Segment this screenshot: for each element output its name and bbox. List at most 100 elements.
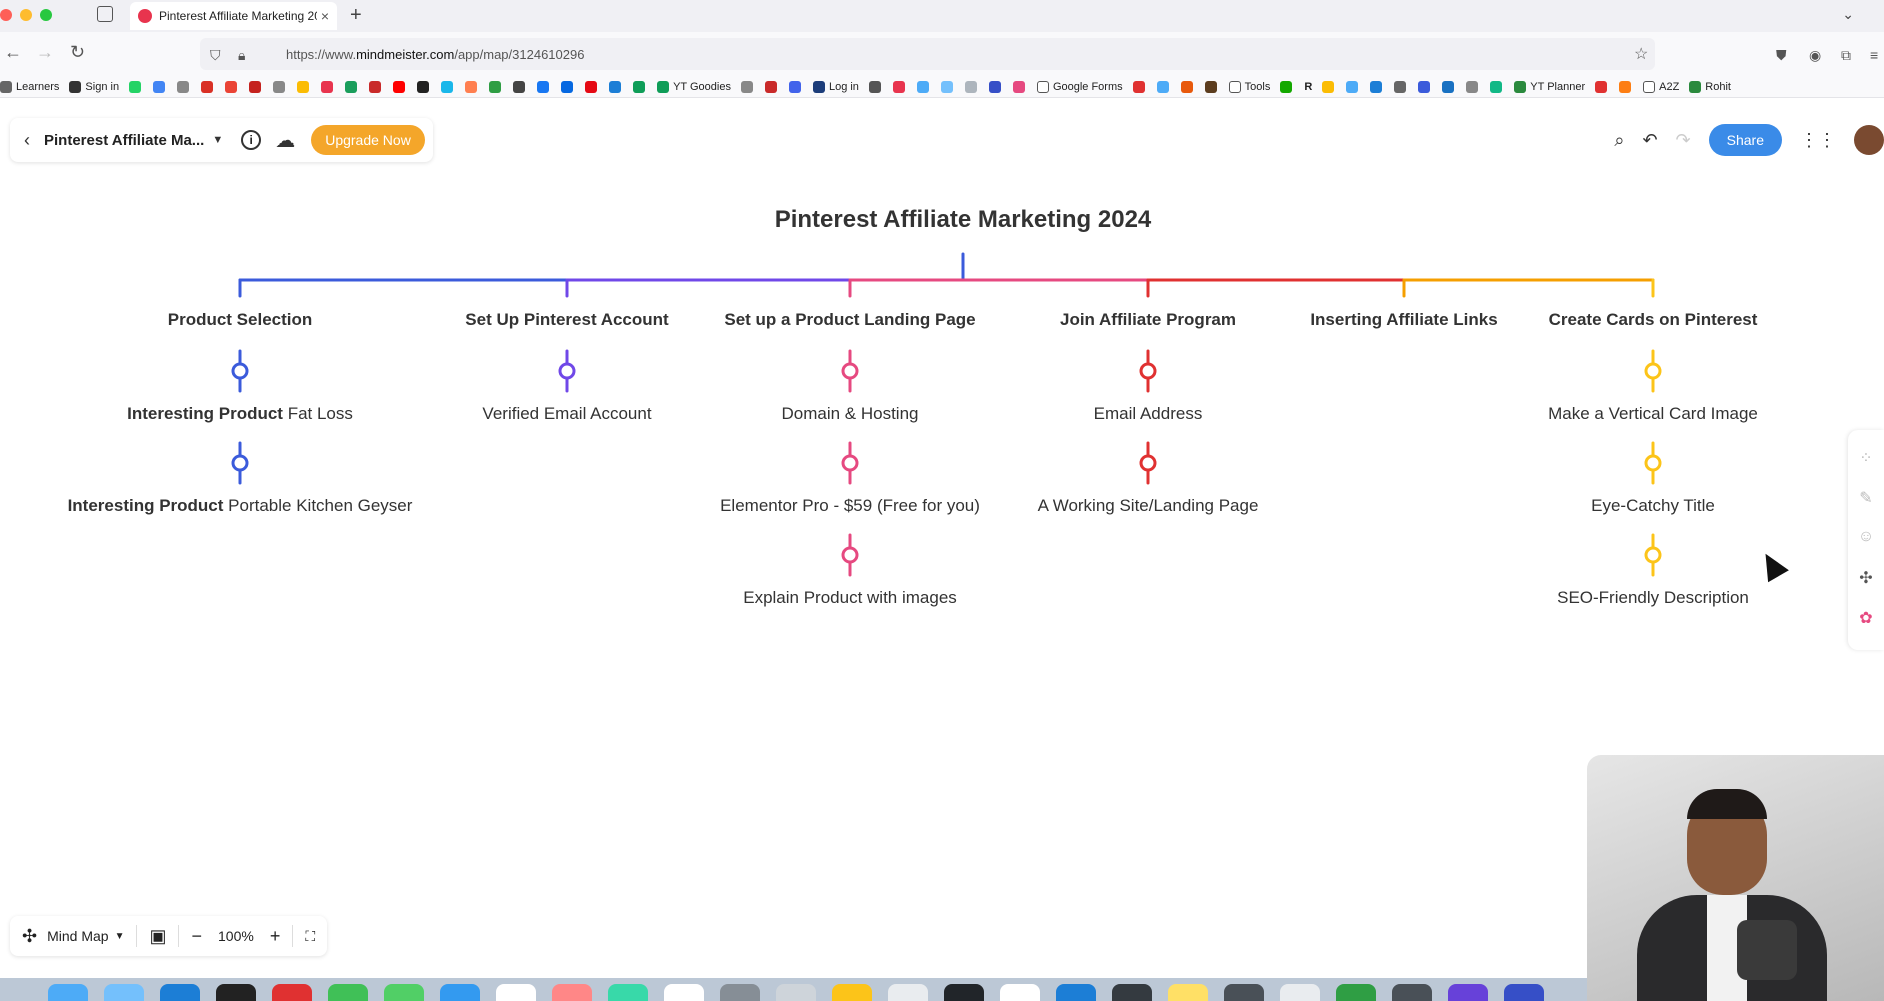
- app-icon[interactable]: [1056, 984, 1096, 1001]
- bookmark-icon[interactable]: [465, 80, 478, 93]
- globe-icon[interactable]: [273, 80, 286, 93]
- app-icon[interactable]: [720, 984, 760, 1001]
- info-icon[interactable]: i: [241, 130, 262, 150]
- app-icon[interactable]: [776, 984, 816, 1001]
- collapse-toggle-icon[interactable]: [1644, 546, 1662, 564]
- app-icon[interactable]: [160, 984, 200, 1001]
- branch-topic[interactable]: Product Selection: [168, 310, 313, 330]
- cloud-download-icon[interactable]: ☁: [275, 128, 295, 153]
- app-icon[interactable]: [888, 984, 928, 1001]
- finder-icon[interactable]: [48, 984, 88, 1001]
- bookmark-icon[interactable]: [609, 80, 622, 93]
- bookmark-icon[interactable]: [1346, 80, 1359, 93]
- bookmark-yt-planner[interactable]: YT Planner: [1514, 80, 1585, 93]
- app-icon[interactable]: [832, 984, 872, 1001]
- bookmark-icon[interactable]: [321, 80, 334, 93]
- bookmark-icon[interactable]: [633, 80, 646, 93]
- bookmark-icon[interactable]: [1490, 80, 1503, 93]
- netflix-icon[interactable]: [585, 80, 598, 93]
- avatar[interactable]: [1854, 125, 1884, 155]
- child-topic[interactable]: Domain & Hosting: [781, 404, 918, 424]
- pocket-icon[interactable]: ⛊: [1776, 47, 1787, 64]
- bookmark-icon[interactable]: [1418, 80, 1431, 93]
- app-icon[interactable]: [496, 984, 536, 1001]
- view-mode-label[interactable]: Mind Map: [47, 928, 108, 944]
- bookmark-icon[interactable]: [868, 80, 881, 93]
- extensions-icon[interactable]: ⧉: [1841, 47, 1851, 64]
- emoji-icon[interactable]: ☺: [1848, 528, 1884, 550]
- google-icon[interactable]: [153, 80, 166, 93]
- gmail-icon[interactable]: [249, 80, 262, 93]
- gmail-icon[interactable]: [225, 80, 238, 93]
- app-icon[interactable]: [1336, 984, 1376, 1001]
- app-icon[interactable]: [552, 984, 592, 1001]
- app-icon[interactable]: [384, 984, 424, 1001]
- child-topic[interactable]: Interesting Product Portable Kitchen Gey…: [68, 496, 413, 516]
- app-icon[interactable]: [1112, 984, 1152, 1001]
- collapse-toggle-icon[interactable]: [231, 362, 249, 380]
- bookmark-icon[interactable]: [964, 80, 977, 93]
- tab-overview-icon[interactable]: [97, 6, 113, 22]
- app-icon[interactable]: [216, 984, 256, 1001]
- adobe-icon[interactable]: [1132, 80, 1145, 93]
- app-icon[interactable]: [1448, 984, 1488, 1001]
- close-window-button[interactable]: [0, 9, 12, 21]
- child-topic[interactable]: A Working Site/Landing Page: [1038, 496, 1259, 516]
- grid-icon[interactable]: [788, 80, 801, 93]
- upgrade-button[interactable]: Upgrade Now: [311, 125, 425, 155]
- branch-topic[interactable]: Join Affiliate Program: [1060, 310, 1236, 330]
- child-topic[interactable]: Eye-Catchy Title: [1591, 496, 1715, 516]
- browser-tab[interactable]: Pinterest Affiliate Marketing 202 ×: [130, 2, 337, 30]
- undo-icon[interactable]: ↶: [1642, 130, 1657, 151]
- app-icon[interactable]: [1224, 984, 1264, 1001]
- vimeo-icon[interactable]: [441, 80, 454, 93]
- app-icon[interactable]: [1392, 984, 1432, 1001]
- bookmark-icon[interactable]: [1204, 80, 1217, 93]
- whatsapp-icon[interactable]: [129, 80, 142, 93]
- connect-icon[interactable]: ✣: [1848, 568, 1884, 590]
- bookmark-icon[interactable]: [1012, 80, 1025, 93]
- apps-grid-icon[interactable]: ⋮⋮: [1800, 130, 1836, 151]
- collapse-toggle-icon[interactable]: [1644, 362, 1662, 380]
- back-chevron-icon[interactable]: ‹: [24, 130, 30, 151]
- app-icon[interactable]: [944, 984, 984, 1001]
- chevron-down-icon[interactable]: ▼: [115, 931, 125, 942]
- collapse-toggle-icon[interactable]: [1644, 454, 1662, 472]
- back-arrow-icon[interactable]: ←: [4, 42, 22, 63]
- bookmark-learners[interactable]: Learners: [0, 80, 59, 93]
- child-topic[interactable]: Explain Product with images: [743, 588, 957, 608]
- drive-icon[interactable]: [1322, 80, 1335, 93]
- presentation-icon[interactable]: ▣: [149, 926, 166, 947]
- style-icon[interactable]: ✎: [1848, 488, 1884, 510]
- collapse-toggle-icon[interactable]: [231, 454, 249, 472]
- bookmark-r[interactable]: R: [1304, 81, 1312, 93]
- palette-icon[interactable]: ✿: [1848, 608, 1884, 630]
- bookmark-rohit[interactable]: Rohit: [1689, 80, 1731, 93]
- chevron-down-icon[interactable]: ▼: [212, 134, 223, 146]
- child-topic[interactable]: Interesting Product Fat Loss: [127, 404, 353, 424]
- mind-map-icon[interactable]: ✣: [22, 926, 37, 947]
- map-name[interactable]: Pinterest Affiliate Ma...: [44, 132, 204, 149]
- chrome-icon[interactable]: [297, 80, 310, 93]
- bookmark-icon[interactable]: [1595, 80, 1608, 93]
- account-icon[interactable]: ◉: [1809, 47, 1821, 64]
- list-tabs-chevron-icon[interactable]: ⌄: [1842, 6, 1854, 23]
- bookmark-icon[interactable]: [1442, 80, 1455, 93]
- app-icon[interactable]: [1504, 984, 1544, 1001]
- app-icon[interactable]: [1168, 984, 1208, 1001]
- lock-icon[interactable]: 🔒︎: [238, 47, 245, 64]
- bookmark-icon[interactable]: [916, 80, 929, 93]
- youtube-icon[interactable]: [393, 80, 406, 93]
- menu-icon[interactable]: ≡: [1870, 47, 1878, 63]
- reload-icon[interactable]: ↻: [70, 42, 85, 63]
- zoom-out-icon[interactable]: −: [191, 926, 202, 947]
- bookmark-icon[interactable]: [1394, 80, 1407, 93]
- bookmark-icon[interactable]: [1180, 80, 1193, 93]
- bookmark-icon[interactable]: [1619, 80, 1632, 93]
- bookmark-icon[interactable]: [1156, 80, 1169, 93]
- bookmark-icon[interactable]: [764, 80, 777, 93]
- app-icon[interactable]: [608, 984, 648, 1001]
- collapse-toggle-icon[interactable]: [558, 362, 576, 380]
- branch-topic[interactable]: Set Up Pinterest Account: [465, 310, 668, 330]
- app-icon[interactable]: [440, 984, 480, 1001]
